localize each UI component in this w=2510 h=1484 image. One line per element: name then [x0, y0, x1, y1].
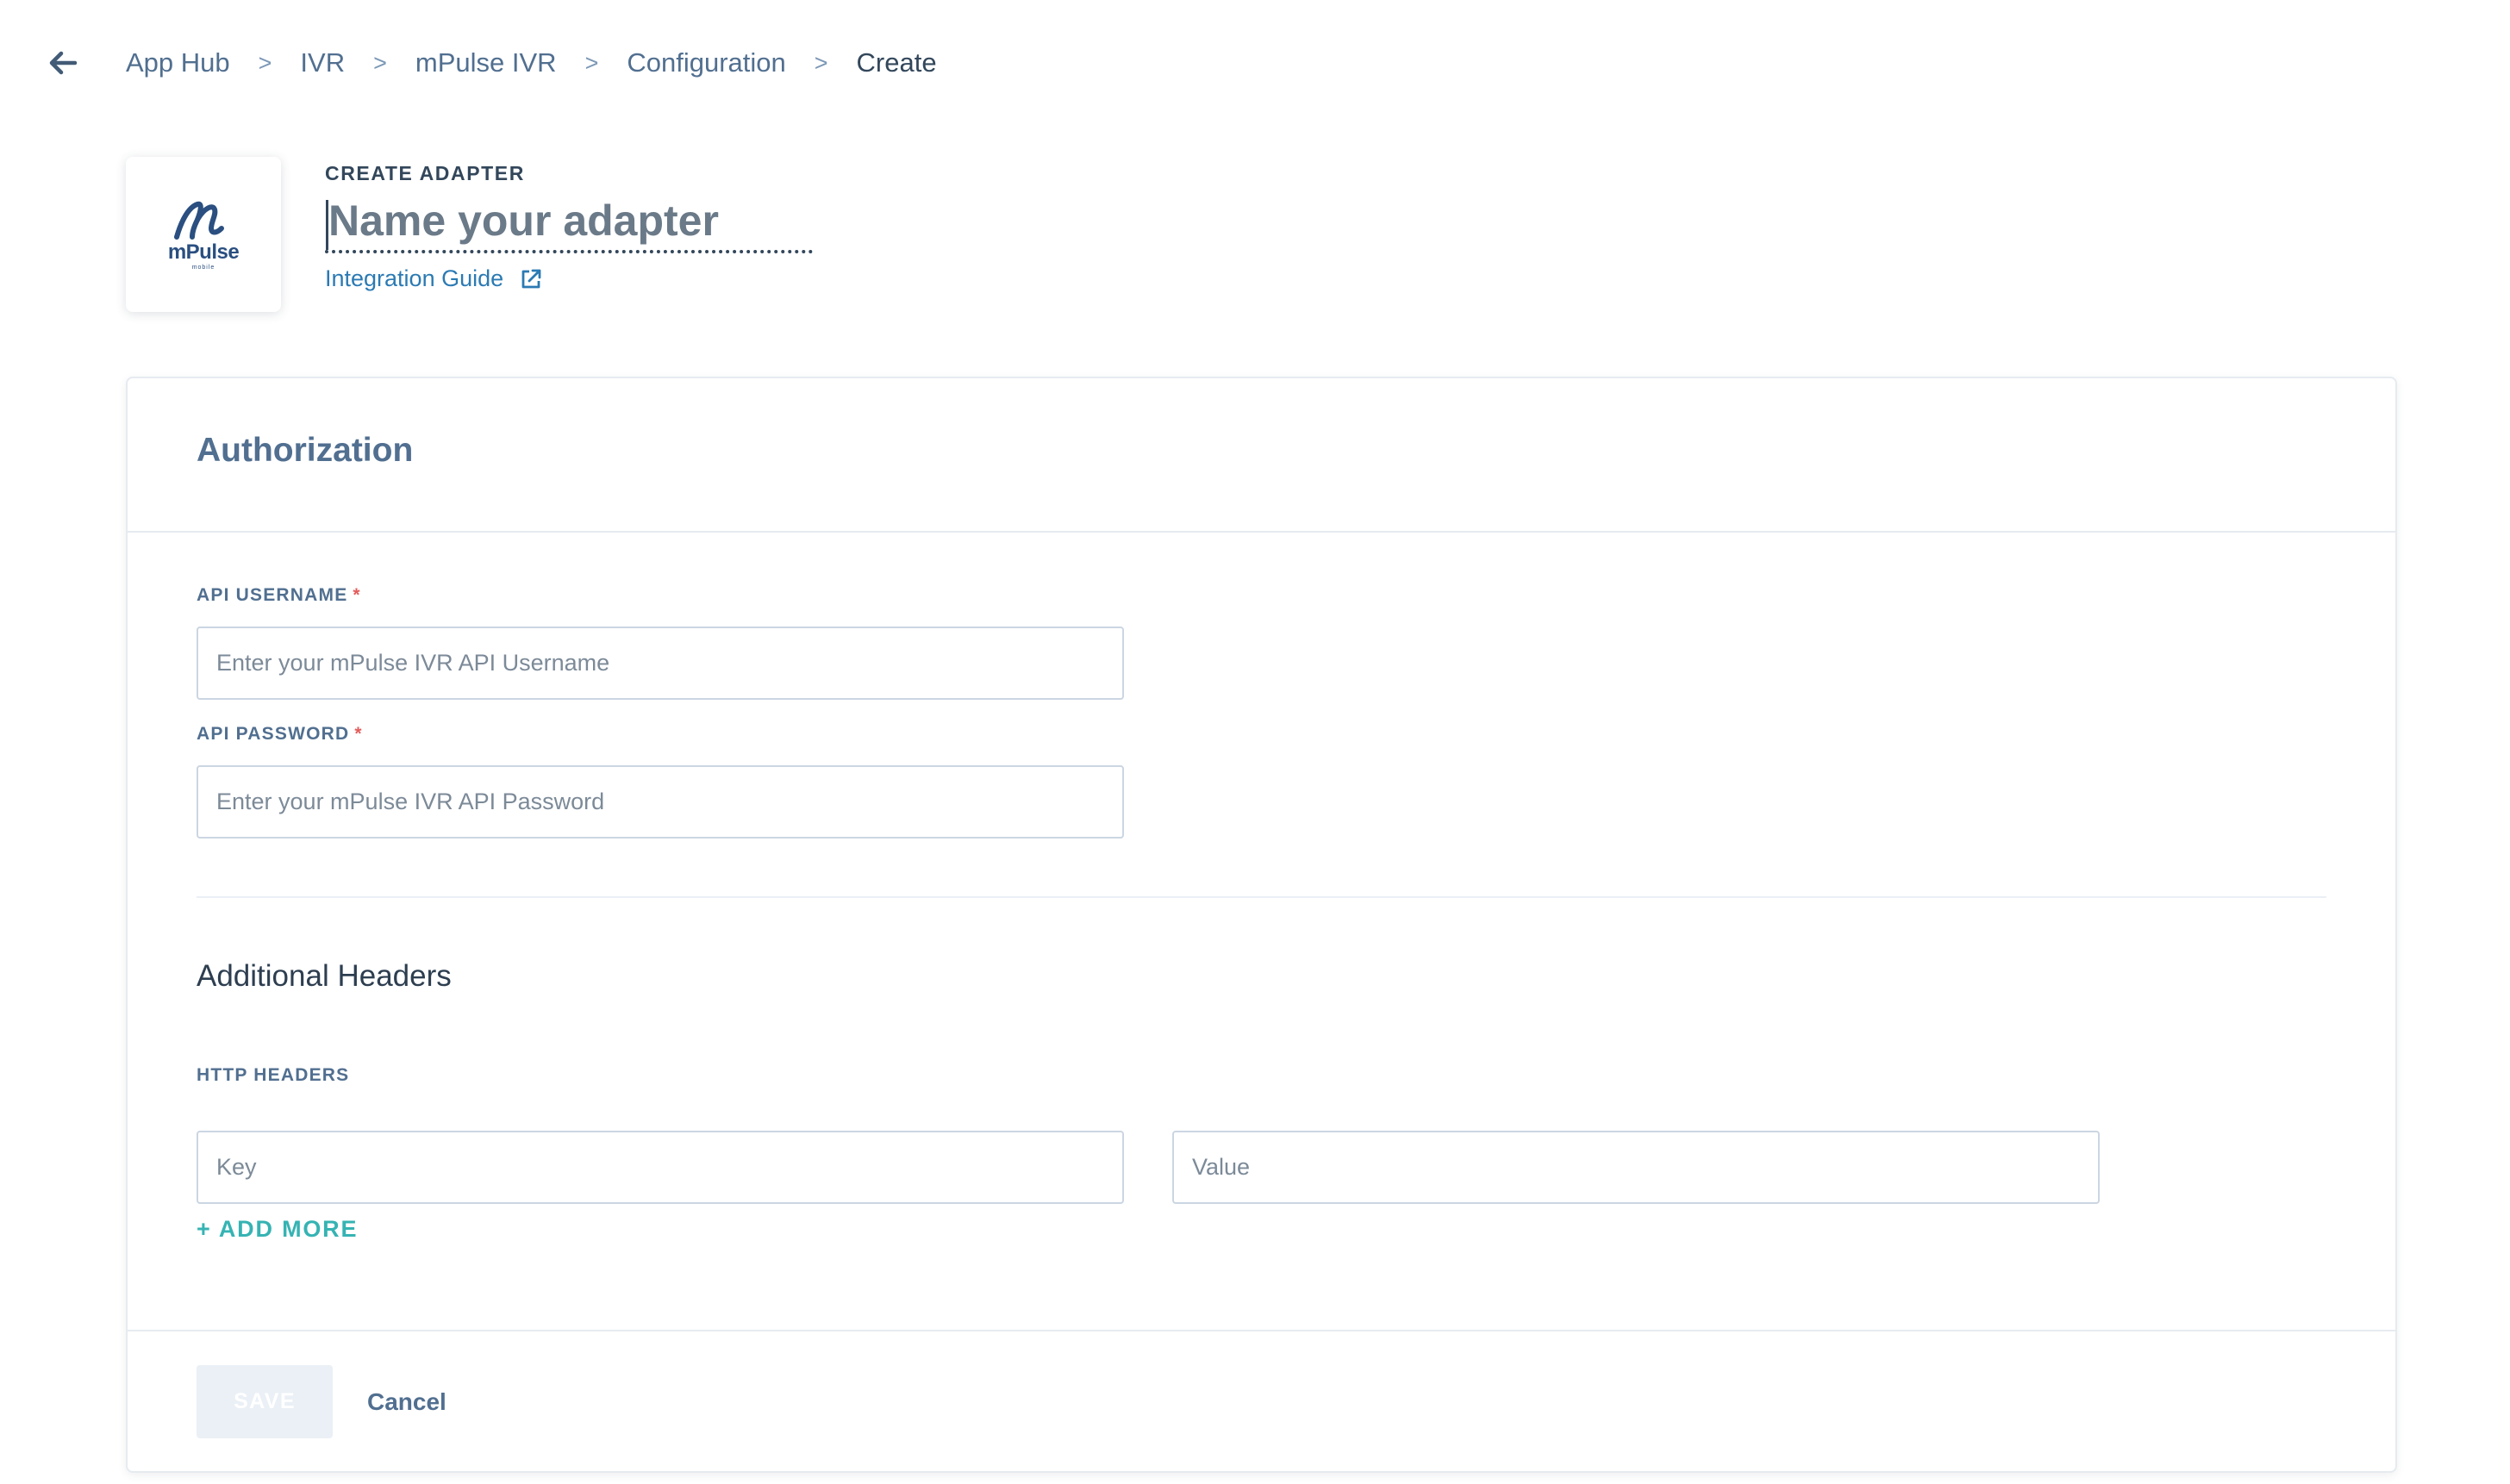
card-footer-divider [128, 1330, 2395, 1331]
breadcrumb-create: Create [856, 47, 937, 78]
adapter-logo-card: mPulse mobile [126, 157, 281, 312]
http-headers-label: HTTP HEADERS [197, 1065, 350, 1085]
mpulse-logo-subtext: mobile [191, 264, 215, 271]
page-root: App Hub > IVR > mPulse IVR > Configurati… [0, 0, 2510, 1484]
external-link-icon [521, 269, 541, 288]
mpulse-logo-text: mPulse [167, 240, 240, 264]
breadcrumb: App Hub > IVR > mPulse IVR > Configurati… [126, 47, 937, 78]
top-navigation: App Hub > IVR > mPulse IVR > Configurati… [41, 41, 937, 84]
adapter-name-input[interactable] [325, 191, 813, 253]
breadcrumb-separator: > [814, 49, 828, 76]
card-header-divider [128, 531, 2395, 533]
mpulse-logo-mark [174, 201, 224, 240]
api-username-label: API USERNAME * [197, 585, 361, 606]
api-username-label-text: API USERNAME [197, 585, 348, 605]
required-marker: * [354, 724, 363, 744]
back-button[interactable] [41, 41, 84, 84]
breadcrumb-mpulse-ivr[interactable]: mPulse IVR [415, 47, 557, 78]
integration-guide-label: Integration Guide [325, 265, 504, 291]
cancel-button[interactable]: Cancel [367, 1365, 446, 1438]
additional-headers-title: Additional Headers [197, 959, 452, 993]
adapter-config-card: Authorization API USERNAME* API PASSWORD… [126, 377, 2397, 1473]
breadcrumb-separator: > [258, 49, 272, 76]
breadcrumb-ivr[interactable]: IVR [300, 47, 345, 78]
breadcrumb-separator: > [584, 49, 599, 76]
api-password-label-text: API PASSWORD [197, 724, 350, 744]
save-button[interactable]: SAVE [197, 1365, 333, 1438]
text-caret [326, 200, 328, 250]
section-divider [197, 896, 2326, 898]
header-key-input[interactable] [197, 1131, 1124, 1204]
breadcrumb-configuration[interactable]: Configuration [627, 47, 785, 78]
required-marker: * [353, 585, 361, 605]
breadcrumb-separator: > [373, 49, 387, 76]
header-value-input[interactable] [1172, 1131, 2100, 1204]
add-more-button[interactable]: + ADD MORE [197, 1216, 358, 1243]
api-password-input[interactable] [197, 765, 1124, 839]
authorization-title: Authorization [197, 432, 414, 469]
arrow-left-icon [49, 51, 78, 75]
api-username-input[interactable] [197, 627, 1124, 700]
api-password-label: API PASSWORD * [197, 724, 363, 745]
breadcrumb-app-hub[interactable]: App Hub [126, 47, 230, 78]
integration-guide-link[interactable]: Integration Guide [325, 265, 543, 292]
create-adapter-label: CREATE ADAPTER [325, 162, 525, 184]
